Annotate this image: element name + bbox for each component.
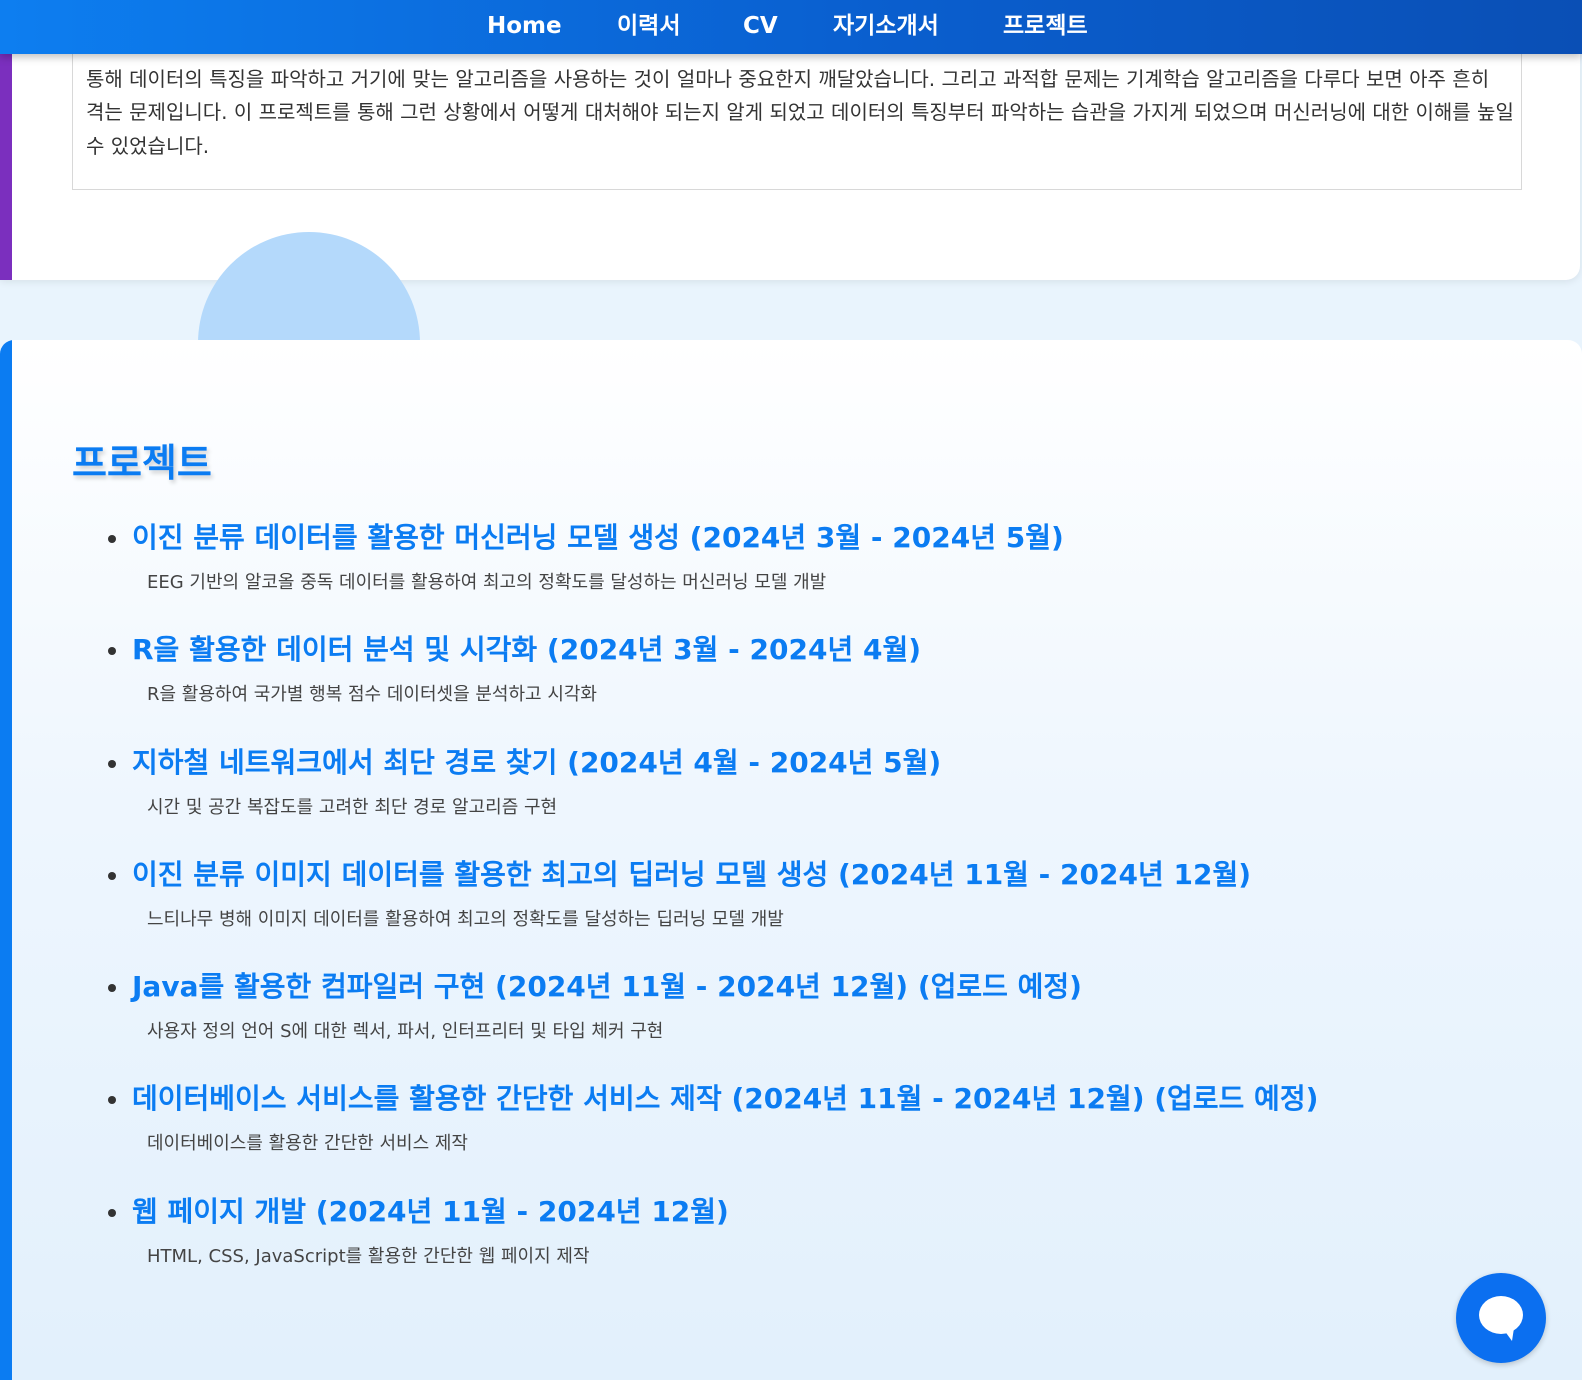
nav-home[interactable]: Home [487,8,562,44]
bullet-icon [108,1096,116,1104]
bullet-icon [108,760,116,768]
projects-section: 프로젝트 이진 분류 데이터를 활용한 머신러닝 모델 생성 (2024년 3월… [0,340,1582,1380]
project-item: 데이터베이스 서비스를 활용한 간단한 서비스 제작 (2024년 11월 - … [0,1079,1500,1179]
bullet-icon [108,647,116,655]
bullet-icon [108,1209,116,1217]
project-description: EEG 기반의 알코올 중독 데이터를 활용하여 최고의 정확도를 달성하는 머… [147,572,827,593]
bullet-icon [108,872,116,880]
project-description: R을 활용하여 국가별 행복 점수 데이터셋을 분석하고 시각화 [147,684,597,705]
chat-bubble-icon [1479,1296,1523,1341]
project-link[interactable]: Java를 활용한 컴파일러 구현 (2024년 11월 - 2024년 12월… [132,967,1082,1007]
nav-resume[interactable]: 이력서 [617,8,680,44]
project-description: 느티나무 병해 이미지 데이터를 활용하여 최고의 정확도를 달성하는 딥러닝 … [147,909,784,930]
bullet-icon [108,984,116,992]
project-item: Java를 활용한 컴파일러 구현 (2024년 11월 - 2024년 12월… [0,967,1500,1067]
project-item: 지하철 네트워크에서 최단 경로 찾기 (2024년 4월 - 2024년 5월… [0,743,1500,843]
reflection-text-box: 처음 데이터가 어떤 특징을 가지는지 확인도 하지 않은 채 무작정 로지스틱… [72,30,1522,190]
project-link[interactable]: 지하철 네트워크에서 최단 경로 찾기 (2024년 4월 - 2024년 5월… [132,743,941,783]
nav-cv[interactable]: CV [743,8,778,44]
project-item: 이진 분류 이미지 데이터를 활용한 최고의 딥러닝 모델 생성 (2024년 … [0,855,1500,955]
bullet-icon [108,535,116,543]
project-item: 이진 분류 데이터를 활용한 머신러닝 모델 생성 (2024년 3월 - 20… [0,518,1500,618]
project-description: 사용자 정의 언어 S에 대한 렉서, 파서, 인터프리터 및 타입 체커 구현 [147,1021,664,1042]
project-item: 웹 페이지 개발 (2024년 11월 - 2024년 12월) HTML, C… [0,1192,1500,1292]
project-link[interactable]: 데이터베이스 서비스를 활용한 간단한 서비스 제작 (2024년 11월 - … [132,1079,1318,1119]
project-link[interactable]: 이진 분류 이미지 데이터를 활용한 최고의 딥러닝 모델 생성 (2024년 … [132,855,1251,895]
chat-button[interactable] [1456,1273,1546,1363]
nav-self-introduction[interactable]: 자기소개서 [833,8,939,44]
top-navbar: Home 이력서 CV 자기소개서 프로젝트 [0,0,1582,54]
project-description: 시간 및 공간 복잡도를 고려한 최단 경로 알고리즘 구현 [147,797,558,818]
nav-projects[interactable]: 프로젝트 [1003,8,1088,44]
project-link[interactable]: 이진 분류 데이터를 활용한 머신러닝 모델 생성 (2024년 3월 - 20… [132,518,1064,558]
project-description: 데이터베이스를 활용한 간단한 서비스 제작 [147,1133,468,1154]
project-link[interactable]: R을 활용한 데이터 분석 및 시각화 (2024년 3월 - 2024년 4월… [132,630,921,670]
project-link[interactable]: 웹 페이지 개발 (2024년 11월 - 2024년 12월) [132,1192,729,1232]
section-title: 프로젝트 [72,441,212,485]
project-item: R을 활용한 데이터 분석 및 시각화 (2024년 3월 - 2024년 4월… [0,630,1500,730]
project-description: HTML, CSS, JavaScript를 활용한 간단한 웹 페이지 제작 [147,1246,590,1267]
